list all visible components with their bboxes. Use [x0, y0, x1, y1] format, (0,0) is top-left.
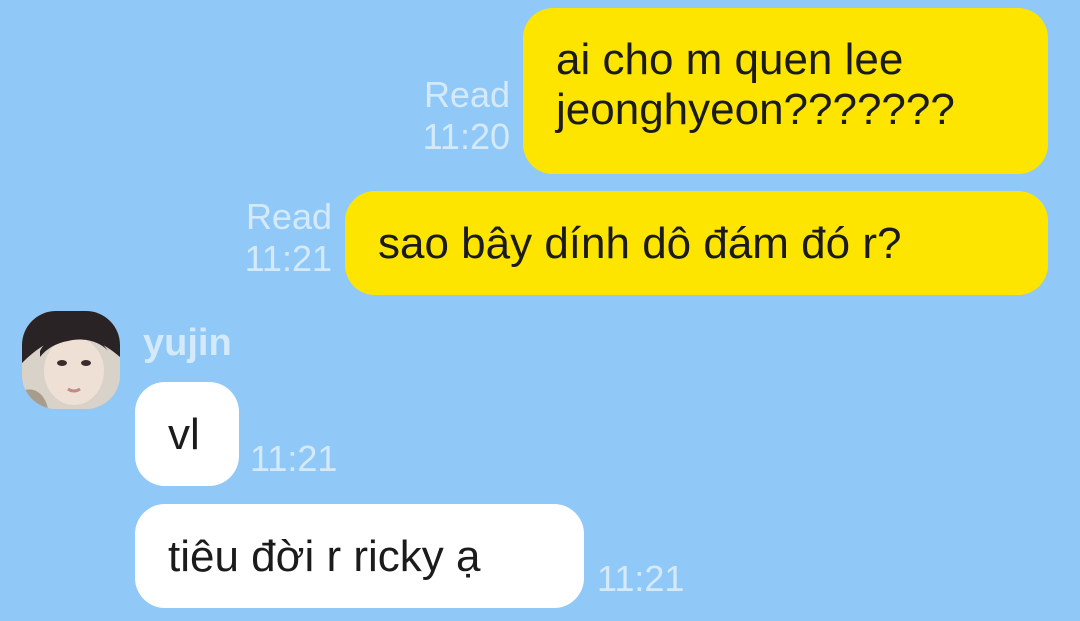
message-time: 11:21 — [597, 558, 685, 599]
read-label: Read — [245, 196, 332, 237]
read-label: Read — [423, 74, 510, 115]
message-time: 11:21 — [250, 438, 338, 479]
outgoing-message-bubble[interactable]: ai cho m quen lee jeonghyeon??????? — [523, 8, 1048, 174]
outgoing-message-bubble[interactable]: sao bây dính dô đám đó r? — [345, 191, 1048, 295]
sender-name: yujin — [143, 322, 232, 364]
incoming-message-bubble[interactable]: tiêu đời r ricky ạ — [135, 504, 584, 608]
message-time: 11:20 — [422, 116, 510, 157]
message-text-line: ai cho m quen lee — [556, 35, 904, 84]
read-receipt: Read 11:20 — [400, 74, 510, 158]
profile-photo-icon — [22, 311, 120, 409]
avatar[interactable] — [22, 311, 120, 409]
message-text: vl — [168, 410, 200, 459]
read-receipt: Read 11:21 — [220, 196, 332, 280]
message-text: sao bây dính dô đám đó r? — [378, 219, 902, 268]
message-text: tiêu đời r ricky ạ — [168, 532, 481, 581]
incoming-message-bubble[interactable]: vl — [135, 382, 239, 486]
message-time: 11:21 — [244, 238, 332, 279]
message-text-line: jeonghyeon??????? — [556, 85, 955, 134]
